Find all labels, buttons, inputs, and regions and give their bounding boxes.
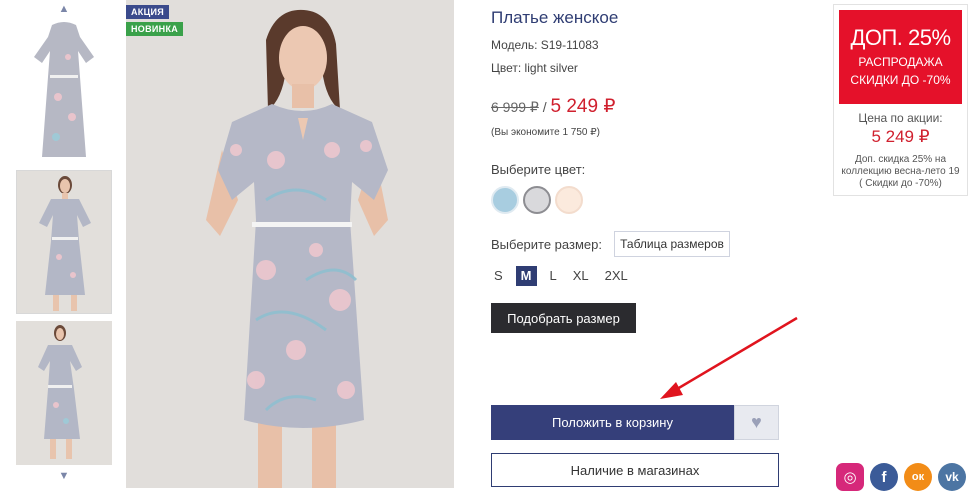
chevron-up-icon[interactable]: ▲ <box>56 3 72 15</box>
vk-icon[interactable]: vk <box>938 463 966 491</box>
odnoklassniki-icon[interactable]: ок <box>904 463 932 491</box>
add-to-cart-button[interactable]: Положить в корзину <box>491 405 734 440</box>
product-title: Платье женское <box>491 8 619 27</box>
size-option-xl[interactable]: XL <box>570 266 592 286</box>
model-thumbnail-image <box>16 321 112 465</box>
promo-line-2: СКИДКИ ДО -70% <box>850 73 951 87</box>
color-swatch-blue[interactable] <box>491 186 519 214</box>
instagram-icon[interactable]: ◎ <box>836 463 864 491</box>
promo-banner[interactable]: ДОП. 25% РАСПРОДАЖА СКИДКИ ДО -70% <box>839 10 962 104</box>
promo-price-label: Цена по акции: <box>858 111 943 125</box>
dress-thumbnail-image <box>16 17 112 163</box>
heart-icon: ♥ <box>751 412 762 432</box>
chevron-down-icon[interactable]: ▼ <box>56 470 72 482</box>
price-row: 6 999 ₽ / 5 249 ₽ <box>491 95 615 118</box>
thumbnail-strip: ▲ ▼ <box>0 0 120 503</box>
model-thumbnail-image <box>17 171 111 313</box>
size-option-m[interactable]: M <box>515 266 537 286</box>
size-option-2xl[interactable]: 2XL <box>602 266 631 286</box>
color-select-label: Выберите цвет: <box>491 162 586 177</box>
color-swatch-silver[interactable] <box>523 186 551 214</box>
thumbnail-2[interactable] <box>16 170 112 314</box>
size-option-s[interactable]: S <box>491 266 506 286</box>
pick-size-button[interactable]: Подобрать размер <box>491 303 636 333</box>
thumbnail-1[interactable] <box>16 17 112 163</box>
model-photo <box>126 0 454 488</box>
old-price: 6 999 ₽ <box>491 99 539 115</box>
current-price: 5 249 ₽ <box>550 96 616 117</box>
color-swatch-peach[interactable] <box>555 186 583 214</box>
promo-box[interactable]: ДОП. 25% РАСПРОДАЖА СКИДКИ ДО -70% Цена … <box>833 4 968 196</box>
size-select-label: Выберите размер: <box>491 237 602 252</box>
price-separator: / <box>538 99 551 115</box>
product-model: Модель: S19-11083 <box>491 38 599 52</box>
product-color: Цвет: light silver <box>491 61 578 75</box>
sale-badge: АКЦИЯ <box>126 5 170 19</box>
promo-price: 5 249 ₽ <box>871 127 930 146</box>
promo-line-1: РАСПРОДАЖА <box>858 55 943 69</box>
size-options: S M L XL 2XL <box>491 265 641 287</box>
size-table-button[interactable]: Таблица размеров <box>614 231 730 257</box>
promo-headline: ДОП. 25% <box>850 25 951 50</box>
facebook-icon[interactable]: f <box>870 463 898 491</box>
savings-text: (Вы экономите 1 750 ₽) <box>491 127 600 138</box>
promo-note: Доп. скидка 25% на коллекцию весна-лето … <box>841 154 960 189</box>
in-stores-button[interactable]: Наличие в магазинах <box>491 453 779 487</box>
thumbnail-3[interactable] <box>16 321 112 465</box>
size-option-l[interactable]: L <box>547 266 560 286</box>
main-product-image[interactable] <box>126 0 454 488</box>
favorite-button[interactable]: ♥ <box>734 405 779 440</box>
new-badge: НОВИНКА <box>126 22 184 36</box>
